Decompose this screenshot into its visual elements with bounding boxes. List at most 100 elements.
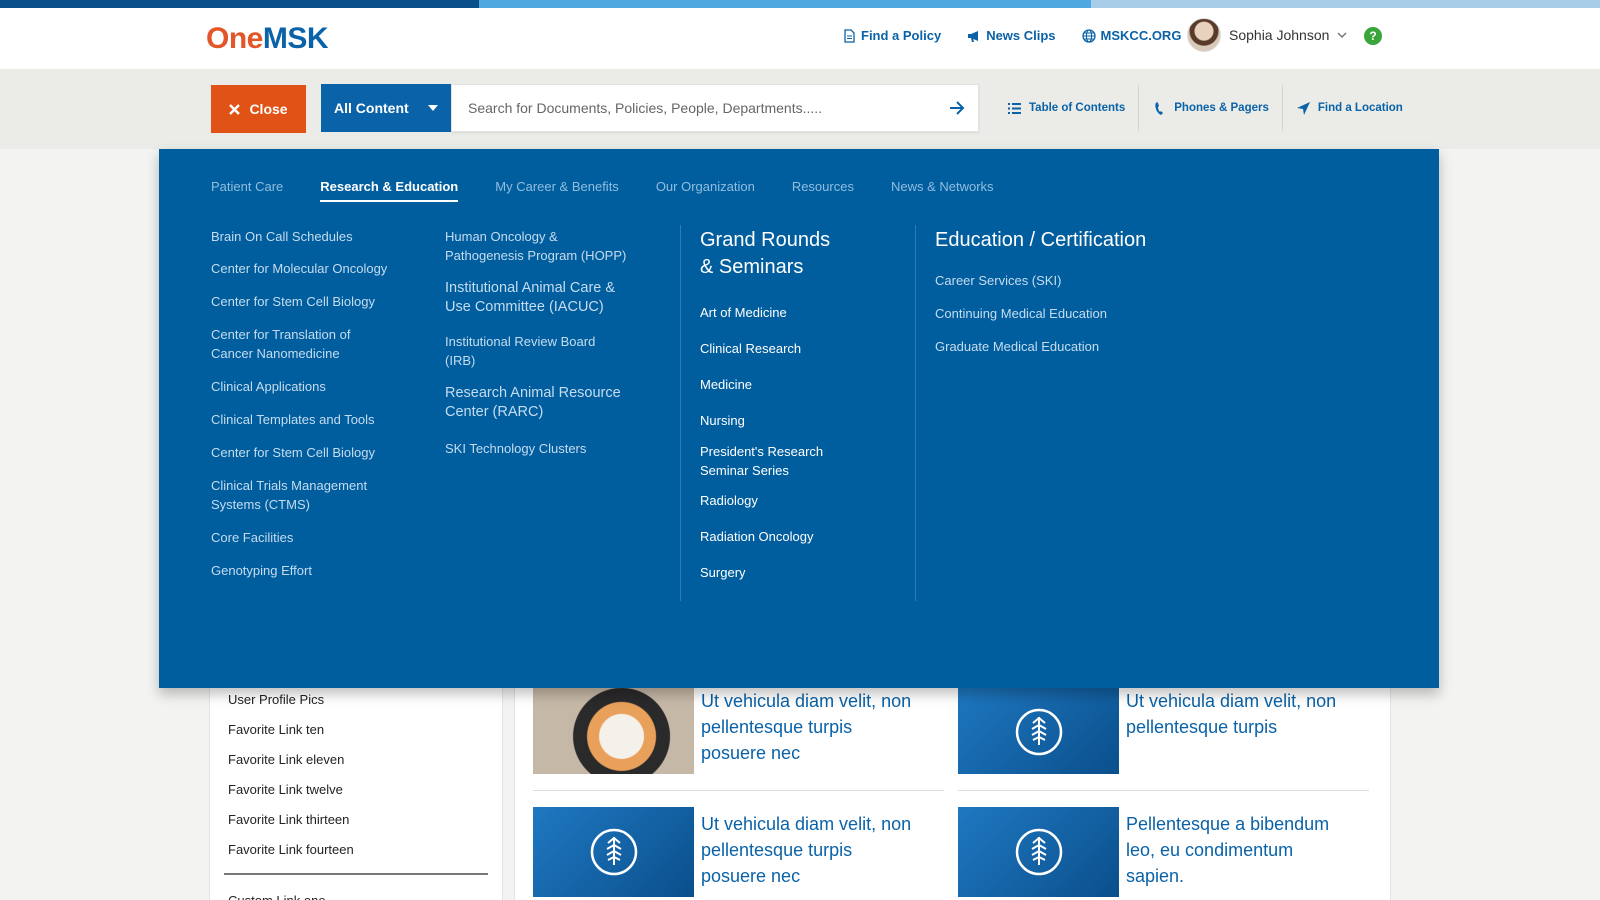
menu-link[interactable]: Clinical Applications <box>211 377 326 396</box>
table-of-contents-link[interactable]: Table of Contents <box>994 85 1138 131</box>
onemsk-logo[interactable]: OneMSK <box>206 22 329 56</box>
menu-link-line: President's Research <box>700 444 824 459</box>
menu-link[interactable]: Institutional Review Board (IRB) <box>445 332 595 370</box>
find-a-policy-label: Find a Policy <box>861 28 942 43</box>
menu-link-line: (IRB) <box>445 353 476 368</box>
menu-link[interactable]: Nursing <box>700 411 745 430</box>
menu-link[interactable]: Core Facilities <box>211 528 293 547</box>
news-thumbnail[interactable] <box>958 680 1119 774</box>
top-bar-segment <box>479 0 1091 8</box>
menu-link[interactable]: Center for Stem Cell Biology <box>211 292 375 311</box>
tab-news-networks[interactable]: News & Networks <box>891 179 994 202</box>
phones-pagers-link[interactable]: Phones & Pagers <box>1138 85 1282 131</box>
tab-resources[interactable]: Resources <box>792 179 854 202</box>
favorite-link[interactable]: Favorite Link thirteen <box>228 812 349 827</box>
heading-line: & Seminars <box>700 256 804 278</box>
news-clips-link[interactable]: News Clips <box>967 28 1056 43</box>
user-name: Sophia Johnson <box>1229 27 1330 43</box>
menu-link-line: Core Facilities <box>211 530 294 545</box>
tab-research-education[interactable]: Research & Education <box>320 179 459 202</box>
menu-link-line: Center for Stem Cell Biology <box>211 294 376 309</box>
menu-link-line: Seminar Series <box>700 463 789 478</box>
news-title[interactable]: Ut vehicula diam velit, non pellentesque… <box>701 811 941 889</box>
favorite-link[interactable]: Favorite Link eleven <box>228 752 344 767</box>
grand-rounds-heading: Grand Rounds & Seminars <box>700 227 830 281</box>
menu-link[interactable]: Clinical Templates and Tools <box>211 410 375 429</box>
scope-label: All Content <box>334 100 409 116</box>
menu-link[interactable]: Brain On Call Schedules <box>211 227 353 246</box>
news-title[interactable]: Ut vehicula diam velit, non pellentesque… <box>701 688 941 766</box>
close-button[interactable]: Close <box>211 85 306 133</box>
menu-link[interactable]: Continuing Medical Education <box>935 304 1107 323</box>
content-scope-dropdown[interactable]: All Content <box>321 84 451 132</box>
favorite-link[interactable]: User Profile Pics <box>228 692 324 707</box>
news-thumbnail[interactable] <box>958 807 1119 897</box>
news-title[interactable]: Ut vehicula diam velit, non pellentesque… <box>1126 688 1366 740</box>
help-button[interactable]: ? <box>1364 27 1382 45</box>
news-title-line: sapien. <box>1126 866 1185 886</box>
globe-icon <box>1081 28 1096 43</box>
site-header: OneMSK Find a Policy News Clips MSKCC.OR… <box>0 8 1600 69</box>
mskcc-org-link[interactable]: MSKCC.ORG <box>1081 28 1182 43</box>
search-input[interactable] <box>452 85 922 131</box>
menu-link-line: Clinical Research <box>700 341 802 356</box>
menu-link[interactable]: Center for Translation of Cancer Nanomedi… <box>211 325 350 363</box>
menu-link-line: Continuing Medical Education <box>935 306 1107 321</box>
news-title-line: pellentesque turpis <box>701 840 853 860</box>
menu-link[interactable]: Institutional Animal Care & Use Committee… <box>445 279 615 317</box>
favorite-link[interactable]: Favorite Link twelve <box>228 782 343 797</box>
arrow-right-icon[interactable] <box>948 99 966 117</box>
menu-link-line: Brain On Call Schedules <box>211 229 353 244</box>
menu-link[interactable]: Medicine <box>700 375 752 394</box>
news-title-line: pellentesque turpis <box>701 717 853 737</box>
custom-link[interactable]: Custom Link one <box>228 890 326 900</box>
tools-bar: Table of Contents Phones & Pagers Find a… <box>994 85 1416 131</box>
top-color-bar <box>0 0 1600 8</box>
menu-link[interactable]: Clinical Trials Management Systems (CTMS) <box>211 476 367 514</box>
menu-link-line: Career Services (SKI) <box>935 273 1062 288</box>
menu-link-line: Nursing <box>700 413 745 428</box>
menu-link[interactable]: Radiation Oncology <box>700 527 813 546</box>
menu-link[interactable]: Center for Stem Cell Biology <box>211 443 375 462</box>
menu-link[interactable]: Research Animal Resource Center (RARC) <box>445 384 621 422</box>
top-bar-segment <box>0 0 479 8</box>
favorite-link[interactable]: Favorite Link ten <box>228 722 324 737</box>
menu-link-line: Use Committee (IACUC) <box>445 299 604 315</box>
menu-link[interactable]: Career Services (SKI) <box>935 271 1061 290</box>
menu-link-line: Institutional Animal Care & <box>445 280 616 296</box>
menu-link[interactable]: SKI Technology Clusters <box>445 439 586 458</box>
user-menu[interactable]: Sophia Johnson <box>1187 18 1347 52</box>
find-a-policy-link[interactable]: Find a Policy <box>842 28 941 43</box>
menu-link[interactable]: Human Oncology & Pathogenesis Program (HO… <box>445 227 626 265</box>
menu-link[interactable]: Graduate Medical Education <box>935 337 1099 356</box>
news-thumbnail-photo[interactable] <box>533 680 694 774</box>
menu-link[interactable]: Center for Molecular Oncology <box>211 259 387 278</box>
menu-link[interactable]: President's Research Seminar Series <box>700 442 823 480</box>
menu-link-line: Center for Stem Cell Biology <box>211 445 376 460</box>
news-thumbnail[interactable] <box>533 807 694 897</box>
logo-msk: MSK <box>262 22 329 55</box>
news-title-line: Ut vehicula diam velit, non <box>1126 691 1337 711</box>
menu-link-line: Center for Molecular Oncology <box>211 261 388 276</box>
favorite-link[interactable]: Favorite Link fourteen <box>228 842 354 857</box>
menu-link[interactable]: Genotyping Effort <box>211 561 312 580</box>
menu-link-line: Medicine <box>700 377 753 392</box>
news-title[interactable]: Pellentesque a bibendum leo, eu condimen… <box>1126 811 1366 889</box>
mskcc-org-label: MSKCC.ORG <box>1100 28 1182 43</box>
news-title-line: posuere nec <box>701 743 801 763</box>
news-title-line: pellentesque turpis <box>1126 717 1278 737</box>
tab-patient-care[interactable]: Patient Care <box>211 179 283 202</box>
menu-link-line: Institutional Review Board <box>445 334 596 349</box>
menu-link[interactable]: Radiology <box>700 491 758 510</box>
tab-our-organization[interactable]: Our Organization <box>656 179 755 202</box>
menu-column-divider <box>915 225 916 601</box>
find-a-location-link[interactable]: Find a Location <box>1281 85 1416 131</box>
chevron-down-icon <box>1337 32 1347 39</box>
logo-one: One <box>206 22 263 55</box>
menu-link[interactable]: Art of Medicine <box>700 303 787 322</box>
tab-my-career-benefits[interactable]: My Career & Benefits <box>495 179 619 202</box>
menu-column-divider <box>680 225 681 601</box>
menu-link-line: Clinical Trials Management <box>211 478 368 493</box>
menu-link[interactable]: Surgery <box>700 563 746 582</box>
menu-link[interactable]: Clinical Research <box>700 339 801 358</box>
